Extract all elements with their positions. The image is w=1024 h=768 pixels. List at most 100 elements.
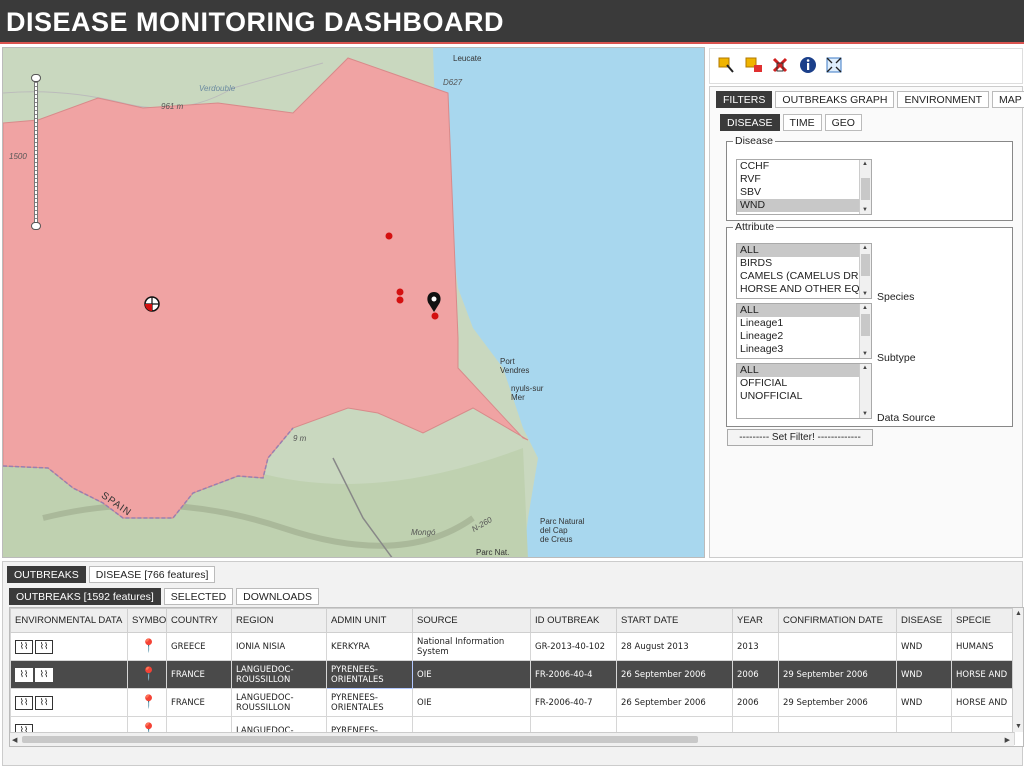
env-data-cell: ⌇⌇ ⌇⌇ [10,688,128,717]
scroll-down-icon[interactable]: ▼ [862,351,868,357]
outbreak-point[interactable] [396,296,404,304]
outbreaks-table[interactable]: ENVIRONMENTAL DATA SYMBOL COUNTRY REGION… [9,607,1024,747]
species-listbox[interactable]: ALL BIRDS CAMELS (CAMELUS DR HORSE AND O… [736,243,872,299]
tab-outbreaks-features[interactable]: OUTBREAKS [1592 features] [9,588,161,605]
scroll-down-icon[interactable]: ▼ [862,207,868,213]
disease-legend: Disease [735,135,773,147]
zoom-in-handle[interactable] [31,74,41,82]
species-option-selected[interactable]: ALL [737,244,859,257]
disease-option[interactable]: RVF [737,173,859,186]
column-header[interactable]: CONFIRMATION DATE [778,608,897,633]
scroll-up-icon[interactable]: ▲ [1015,610,1022,617]
subtype-listbox[interactable]: ALL Lineage1 Lineage2 Lineage3 ▲ ▼ [736,303,872,359]
chart-icon[interactable]: ⌇⌇ [15,667,33,682]
tab-outbreaks-graph[interactable]: OUTBREAKS GRAPH [775,91,895,108]
zoom-extent-icon[interactable] [824,55,844,75]
scroll-up-icon[interactable]: ▲ [862,305,868,311]
scroll-down-icon[interactable]: ▼ [862,291,868,297]
listbox-scrollbar[interactable]: ▲ ▼ [859,160,871,214]
scroll-down-icon[interactable]: ▼ [862,411,868,417]
listbox-scrollbar[interactable]: ▲ ▼ [859,244,871,298]
tab-outbreaks[interactable]: OUTBREAKS [7,566,86,583]
zoom-level-handle[interactable] [31,222,41,230]
scroll-up-icon[interactable]: ▲ [862,365,868,371]
outbreak-point[interactable] [431,312,439,320]
tab-selected[interactable]: SELECTED [163,588,234,605]
chart-icon[interactable]: ⌇⌇ [15,639,33,654]
scroll-right-icon[interactable]: ▶ [1005,736,1010,744]
set-filter-button[interactable]: --------- Set Filter! ------------- [727,429,873,446]
scroll-up-icon[interactable]: ▲ [862,245,868,251]
tab-geo[interactable]: GEO [824,114,862,131]
scroll-left-icon[interactable]: ◀ [12,736,17,744]
disease-option[interactable]: CCHF [737,160,859,173]
table-vertical-scrollbar[interactable]: ▲ ▼ [1012,608,1023,732]
table-horizontal-scrollbar[interactable]: ◀ ▶ [10,732,1014,746]
listbox-scrollbar[interactable]: ▲ ▼ [859,304,871,358]
results-panel: OUTBREAKS DISEASE [766 features] OUTBREA… [2,561,1024,766]
table-row-selected[interactable]: ⌇⌇ ⌇⌇ 📍 FRANCE LANGUEDOC-ROUSSILLON PYREN… [10,660,1015,689]
map-view[interactable]: Leucate 961 m 1500 Verdouble D627 9 m Po… [2,47,705,558]
outbreaks-grid: ENVIRONMENTAL DATA SYMBOL COUNTRY REGION… [10,608,1015,745]
source-option-selected[interactable]: ALL [737,364,859,377]
map-pin-icon[interactable]: 📍 [127,660,167,689]
map-pin-icon[interactable]: 📍 [127,632,167,661]
table-row[interactable]: ⌇⌇ ⌇⌇ 📍 GREECE IONIA NISIA KERKYRA Nation… [10,632,1015,661]
listbox-scrollbar[interactable]: ▲ ▼ [859,364,871,418]
tab-time[interactable]: TIME [782,114,822,131]
region-polygon[interactable] [3,57,529,519]
select-tool-icon[interactable] [716,55,736,75]
map-canvas[interactable] [3,48,705,558]
outbreak-point[interactable] [396,288,404,296]
chart-icon[interactable]: ⌇⌇ [15,695,33,710]
source-option[interactable]: UNOFFICIAL [737,390,859,403]
subtype-option-selected[interactable]: ALL [737,304,859,317]
subtype-option[interactable]: Lineage2 [737,330,859,343]
species-option[interactable]: CAMELS (CAMELUS DR [737,270,859,283]
species-option[interactable]: BIRDS [737,257,859,270]
column-header[interactable]: ADMIN UNIT [326,608,413,633]
column-header[interactable]: REGION [231,608,327,633]
info-icon[interactable] [798,55,818,75]
scroll-thumb[interactable] [861,254,870,276]
disease-listbox[interactable]: CCHF RVF SBV WND ▲ ▼ [736,159,872,215]
column-header[interactable]: YEAR [732,608,779,633]
table-row[interactable]: ⌇⌇ ⌇⌇ 📍 FRANCE LANGUEDOC-ROUSSILLON PYREN… [10,688,1015,717]
remove-icon[interactable] [770,55,790,75]
tab-disease[interactable]: DISEASE [720,114,780,131]
outbreak-point[interactable] [385,232,393,240]
tab-filters[interactable]: FILTERS [716,91,773,108]
column-header[interactable]: SOURCE [412,608,531,633]
subtype-option[interactable]: Lineage3 [737,343,859,356]
tab-downloads[interactable]: DOWNLOADS [236,588,320,605]
subtype-option[interactable]: Lineage1 [737,317,859,330]
tab-environment[interactable]: ENVIRONMENT [897,91,990,108]
chart-icon[interactable]: ⌇⌇ [35,695,53,710]
source-cell: OIE [412,688,531,717]
column-header[interactable]: ENVIRONMENTAL DATA [10,608,128,633]
tab-disease-features[interactable]: DISEASE [766 features] [88,566,216,583]
scroll-thumb[interactable] [22,736,698,743]
scroll-up-icon[interactable]: ▲ [862,161,868,167]
data-source-listbox[interactable]: ALL OFFICIAL UNOFFICIAL ▲ ▼ [736,363,872,419]
scroll-down-icon[interactable]: ▼ [1015,723,1022,730]
species-option[interactable]: HORSE AND OTHER EQ [737,283,859,296]
column-header[interactable]: COUNTRY [166,608,232,633]
column-header[interactable]: DISEASE [896,608,952,633]
zoom-slider[interactable] [31,74,41,230]
clear-selection-icon[interactable] [744,55,764,75]
column-header[interactable]: SYMBOL [127,608,167,633]
column-header[interactable]: ID OUTBREAK [530,608,617,633]
scroll-thumb[interactable] [861,178,870,200]
chart-icon[interactable]: ⌇⌇ [35,667,53,682]
column-header[interactable]: START DATE [616,608,733,633]
zoom-track[interactable] [34,78,38,226]
column-header[interactable]: SPECIE [951,608,1015,633]
source-option[interactable]: OFFICIAL [737,377,859,390]
disease-option[interactable]: SBV [737,186,859,199]
map-pin-icon[interactable]: 📍 [127,688,167,717]
scroll-thumb[interactable] [861,314,870,336]
chart-icon[interactable]: ⌇⌇ [35,639,53,654]
tab-map[interactable]: MAP [992,91,1024,108]
disease-option-selected[interactable]: WND [737,199,859,212]
